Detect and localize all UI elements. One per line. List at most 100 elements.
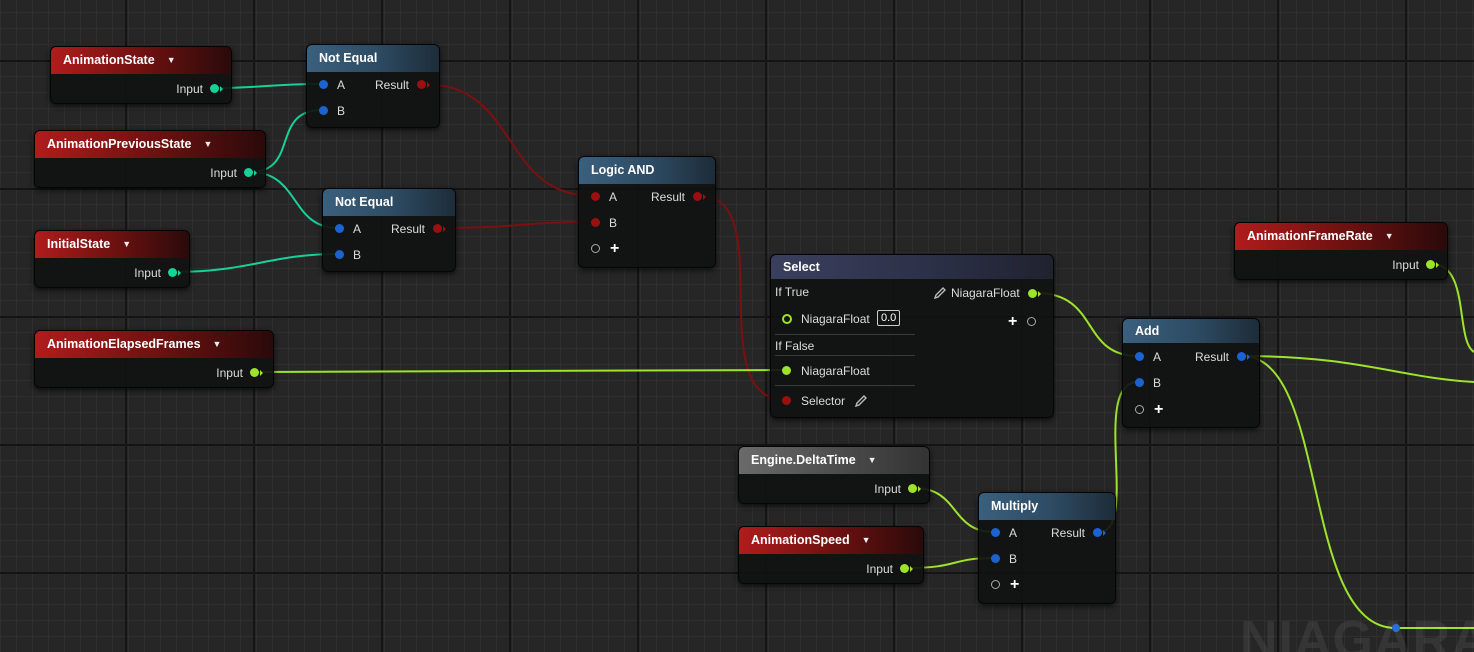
pin-label-result: Result <box>374 78 409 92</box>
output-pin-result[interactable] <box>417 80 426 89</box>
input-pin-a[interactable] <box>591 192 600 201</box>
wire-add-to-bottom <box>1241 355 1397 629</box>
if-true-value-field[interactable]: 0.0 <box>877 310 901 326</box>
output-pin-result[interactable] <box>693 192 702 201</box>
output-pin[interactable] <box>168 268 177 277</box>
if-true-pin-label: NiagaraFloat <box>801 312 870 326</box>
node-animation-previous-state[interactable]: AnimationPreviousState ▼ Input <box>34 130 266 188</box>
pin-arrow-icon <box>1436 262 1439 268</box>
node-header[interactable]: InitialState ▼ <box>35 231 189 258</box>
input-pin-b[interactable] <box>335 250 344 259</box>
pin-label-b: B <box>1009 552 1018 566</box>
pin-label-result: Result <box>650 190 685 204</box>
node-header[interactable]: AnimationFrameRate ▼ <box>1235 223 1447 250</box>
if-true-input-pin[interactable] <box>782 314 792 324</box>
selector-input-pin[interactable] <box>782 396 791 405</box>
pencil-icon[interactable] <box>933 286 947 300</box>
pin-arrow-icon <box>260 370 263 376</box>
input-pin-b[interactable] <box>991 554 1000 563</box>
output-pin-result[interactable] <box>1093 528 1102 537</box>
add-pin-icon[interactable]: + <box>610 241 619 257</box>
chevron-down-icon[interactable]: ▼ <box>122 231 131 258</box>
input-pin-b[interactable] <box>1135 378 1144 387</box>
node-header[interactable]: AnimationSpeed ▼ <box>739 527 923 554</box>
node-engine-delta-time[interactable]: Engine.DeltaTime ▼ Input <box>738 446 930 504</box>
chevron-down-icon[interactable]: ▼ <box>167 47 176 74</box>
node-initial-state[interactable]: InitialState ▼ Input <box>34 230 190 288</box>
pin-arrow-icon <box>910 566 913 572</box>
node-add[interactable]: Add A B + Result <box>1122 318 1260 428</box>
node-title: Engine.DeltaTime <box>751 453 856 467</box>
add-pin-circle[interactable] <box>591 244 600 253</box>
input-pin-a[interactable] <box>1135 352 1144 361</box>
add-pin-circle[interactable] <box>1135 405 1144 414</box>
node-animation-elapsed-frames[interactable]: AnimationElapsedFrames ▼ Input <box>34 330 274 388</box>
output-pin[interactable] <box>210 84 219 93</box>
node-title: InitialState <box>47 237 111 251</box>
node-header[interactable]: Engine.DeltaTime ▼ <box>739 447 929 474</box>
pin-arrow-icon <box>443 226 446 232</box>
output-pin[interactable] <box>908 484 917 493</box>
node-not-equal-1[interactable]: Not Equal A B Result <box>306 44 440 128</box>
input-pin-b[interactable] <box>319 106 328 115</box>
pin-arrow-icon <box>918 486 921 492</box>
node-title: Logic AND <box>591 163 655 177</box>
output-pin[interactable] <box>1426 260 1435 269</box>
graph-canvas[interactable]: AnimationState ▼ Input AnimationPreviousS… <box>0 0 1474 652</box>
add-pin-circle[interactable] <box>991 580 1000 589</box>
chevron-down-icon[interactable]: ▼ <box>868 447 877 474</box>
divider <box>775 385 915 386</box>
pin-label-a: A <box>1153 350 1162 364</box>
node-not-equal-2[interactable]: Not Equal A B Result <box>322 188 456 272</box>
output-pin[interactable] <box>244 168 253 177</box>
if-false-label: If False <box>775 339 815 353</box>
chevron-down-icon[interactable]: ▼ <box>862 527 871 554</box>
chevron-down-icon[interactable]: ▼ <box>1385 223 1394 250</box>
add-pin-icon[interactable]: + <box>1154 402 1163 418</box>
node-header[interactable]: Not Equal <box>323 189 455 216</box>
if-false-input-pin[interactable] <box>782 366 791 375</box>
pin-label-a: A <box>337 78 346 92</box>
add-pin-icon[interactable]: + <box>1008 314 1017 330</box>
input-pin-a[interactable] <box>319 80 328 89</box>
pin-arrow-icon <box>427 82 430 88</box>
output-pin-result[interactable] <box>1237 352 1246 361</box>
node-select[interactable]: Select If True NiagaraFloat 0.0 If False… <box>770 254 1054 418</box>
divider <box>775 334 915 335</box>
input-pin-a[interactable] <box>335 224 344 233</box>
node-header[interactable]: Logic AND <box>579 157 715 184</box>
output-pin-result[interactable] <box>433 224 442 233</box>
pin-label-b: B <box>609 216 618 230</box>
node-header[interactable]: AnimationElapsedFrames ▼ <box>35 331 273 358</box>
node-animation-frame-rate[interactable]: AnimationFrameRate ▼ Input <box>1234 222 1448 280</box>
pencil-icon[interactable] <box>854 394 868 408</box>
node-multiply[interactable]: Multiply A B + Result <box>978 492 1116 604</box>
pin-label-b: B <box>353 248 362 262</box>
wire-initialstate-to-notequal2-b <box>173 253 339 273</box>
pin-arrow-icon <box>703 194 706 200</box>
pin-arrow-icon <box>1247 354 1250 360</box>
input-pin-a[interactable] <box>991 528 1000 537</box>
node-header[interactable]: AnimationState ▼ <box>51 47 231 74</box>
pin-label: Input <box>210 166 237 180</box>
input-pin-b[interactable] <box>591 218 600 227</box>
add-pin-circle[interactable] <box>1027 317 1036 326</box>
node-header[interactable]: AnimationPreviousState ▼ <box>35 131 265 158</box>
node-animation-speed[interactable]: AnimationSpeed ▼ Input <box>738 526 924 584</box>
output-pin[interactable] <box>900 564 909 573</box>
node-animation-state[interactable]: AnimationState ▼ Input <box>50 46 232 104</box>
node-header[interactable]: Not Equal <box>307 45 439 72</box>
add-pin-icon[interactable]: + <box>1010 577 1019 593</box>
chevron-down-icon[interactable]: ▼ <box>203 131 212 158</box>
node-logic-and[interactable]: Logic AND A B + Result <box>578 156 716 268</box>
niagara-watermark: NIAGARA <box>1240 611 1474 652</box>
node-header[interactable]: Multiply <box>979 493 1115 520</box>
node-title: AnimationElapsedFrames <box>47 337 201 351</box>
output-pin[interactable] <box>250 368 259 377</box>
chevron-down-icon[interactable]: ▼ <box>213 331 222 358</box>
node-header[interactable]: Add <box>1123 319 1259 343</box>
node-title: AnimationFrameRate <box>1247 229 1373 243</box>
output-pin[interactable] <box>1028 289 1037 298</box>
node-header[interactable]: Select <box>771 255 1053 279</box>
pin-arrow-icon <box>1038 291 1041 297</box>
